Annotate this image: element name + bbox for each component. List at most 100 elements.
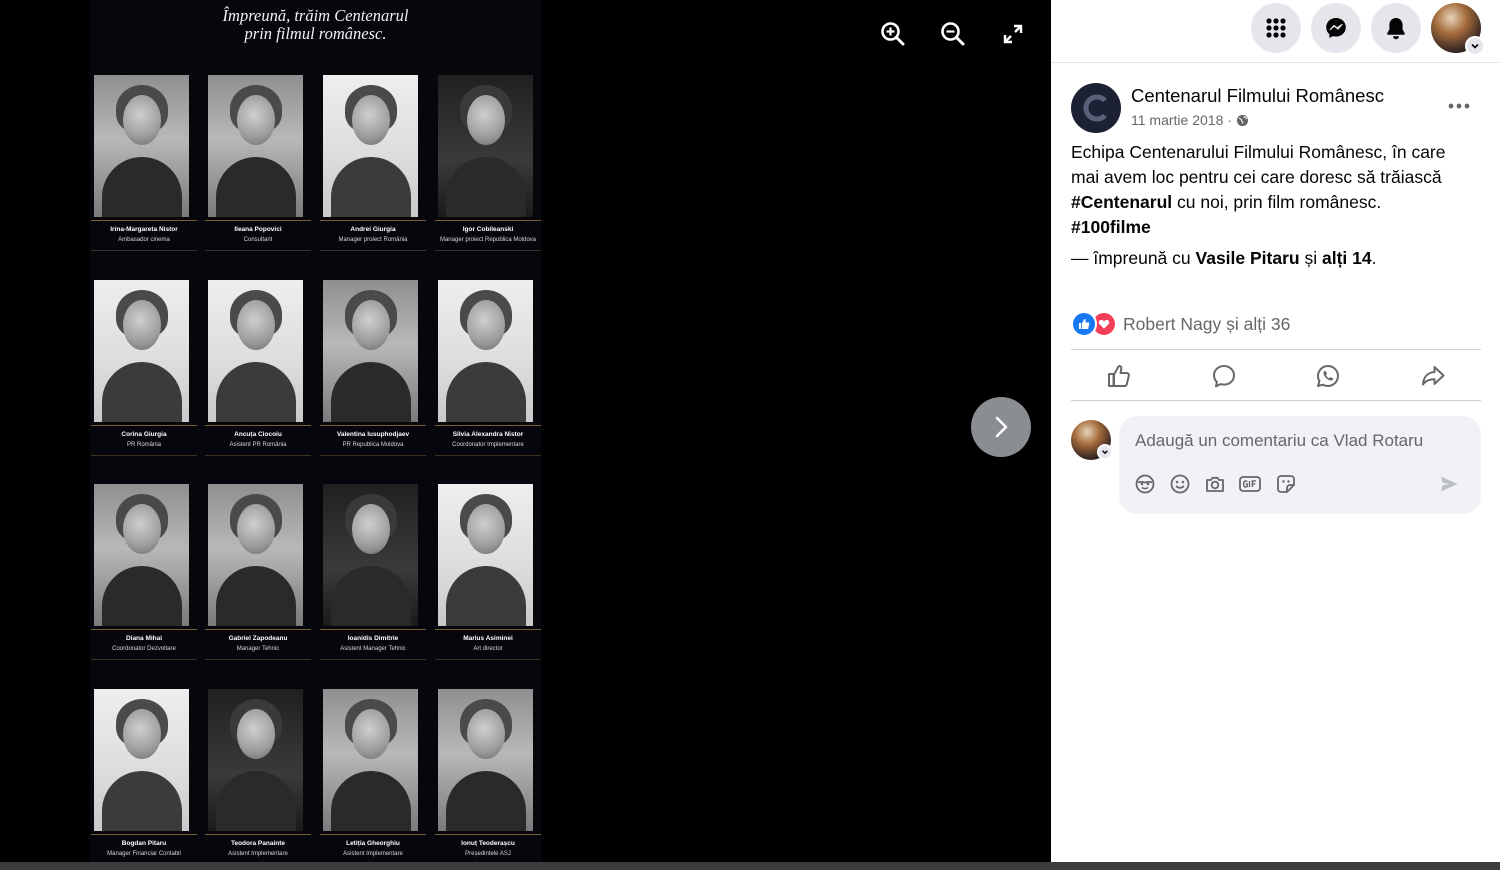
team-member-name: Gabriel Zapodeanu [228,635,288,642]
zoom-out-icon [941,22,965,46]
whatsapp-icon [1317,365,1339,387]
zoom-in-button[interactable] [875,16,911,52]
portrait-head [237,504,275,554]
team-member-photo [94,280,189,422]
tagged-person-link[interactable]: Vasile Pitaru [1196,248,1300,268]
team-member-photo [94,689,189,831]
portrait-torso [446,566,526,626]
gif-button[interactable] [1238,472,1262,496]
comment-input[interactable] [1133,428,1467,454]
team-member-photo [208,280,303,422]
reactions-text[interactable]: Robert Nagy și alți 36 [1123,314,1290,335]
menu-grid-icon [1266,18,1286,38]
team-member-name: Ileana Popovici [234,226,282,233]
caption-divider [435,425,541,426]
caption-divider-bottom [435,455,541,456]
post-date-text[interactable]: 11 martie 2018 [1131,112,1223,128]
hashtag-centenarul[interactable]: #Centenarul [1071,192,1172,212]
menu-button[interactable] [1251,3,1301,53]
portrait-torso [102,566,182,626]
post-options-button[interactable] [1441,88,1477,124]
messenger-button[interactable] [1311,3,1361,53]
team-member-photo [438,280,533,422]
like-button[interactable] [1099,356,1139,396]
team-member-photo [438,484,533,626]
portrait-torso [446,362,526,422]
team-member-card: Marius Asiminei Art director [435,484,541,662]
team-member-photo [438,689,533,831]
tagged-others-link[interactable]: alți 14 [1322,248,1372,268]
fullscreen-button[interactable] [995,16,1031,52]
portrait-head [123,504,161,554]
team-member-card: Teodora Panainte Asistent Implementare [205,689,311,862]
caption-divider-bottom [91,455,197,456]
team-member-photo [323,75,418,217]
team-member-role: Asistent Implementare [343,851,403,857]
team-member-name: Diana Mihai [125,635,163,642]
team-member-card: Valentina Iusuphodjaev PR Republica Moldo… [320,280,426,458]
avatar-sticker-button[interactable] [1133,472,1157,496]
team-member-name: Corina Giurgia [121,431,167,438]
reactions-summary[interactable]: Robert Nagy și alți 36 [1071,310,1290,338]
portrait-torso [216,566,296,626]
send-comment-button[interactable] [1437,472,1461,496]
tagged-suffix: . [1371,248,1377,268]
caption-divider-bottom [91,250,197,251]
chevron-down-icon [1102,450,1108,455]
team-member-name: Ioanidis Dimitrie [347,635,399,642]
zoom-out-button[interactable] [935,16,971,52]
team-member-photo [208,689,303,831]
team-poster-image: Împreună, trăim Centenarul prin filmul r… [90,0,541,862]
portrait-head [237,709,275,759]
portrait-head [352,95,390,145]
team-member-name: Ancuța Ciocoiu [234,431,282,438]
chevron-down-icon [1471,43,1479,49]
sticker-icon [1277,475,1295,493]
divider-top [1071,349,1481,350]
portrait-torso [331,362,411,422]
commenter-chevron[interactable] [1097,444,1113,460]
team-member-name: Marius Asiminei [463,635,513,642]
page-name-link[interactable]: Centenarul Filmului Românesc [1131,85,1384,107]
whatsapp-button[interactable] [1308,356,1348,396]
comment-composer [1119,416,1481,514]
caption-divider-bottom [91,659,197,660]
tagged-prefix: — împreună cu [1071,248,1196,268]
team-member-card: Ancuța Ciocoiu Asistent PR România [205,280,311,458]
portrait-torso [446,157,526,217]
emoji-button[interactable] [1168,472,1192,496]
caption-divider [91,220,197,221]
post-text: Echipa Centenarului Filmului Românesc, î… [1071,142,1446,187]
notifications-button[interactable] [1371,3,1421,53]
photo-button[interactable] [1203,472,1227,496]
team-member-card: Igor Cobileanski Manager proiect Republic… [435,75,541,253]
team-member-name: Silvia Alexandra Nistor [452,431,524,438]
account-menu-chevron[interactable] [1465,36,1485,56]
post-text-after: cu noi, prin film românesc. [1172,192,1382,212]
next-photo-button[interactable] [971,397,1031,457]
caption-divider [435,834,541,835]
portrait-torso [216,362,296,422]
team-member-name: Letiția Gheorghiu [346,840,400,847]
caption-divider-bottom [205,455,311,456]
team-member-role: Consultant [243,237,273,243]
globe-icon [1236,114,1248,127]
caption-divider [320,425,426,426]
gif-icon [1239,476,1261,492]
team-member-photo [323,689,418,831]
team-member-name: Irina-Margareta Nistor [110,226,178,233]
hashtag-100filme[interactable]: #100filme [1071,217,1151,237]
comment-button[interactable] [1204,356,1244,396]
team-member-name: Igor Cobileanski [462,226,514,233]
sticker-button[interactable] [1274,472,1298,496]
team-member-name: Valentina Iusuphodjaev [336,431,410,438]
page-avatar[interactable] [1071,83,1121,133]
post-date: 11 martie 2018 · [1131,112,1249,128]
team-member-card: Bogdan Pitaru Manager Financiar Contabil [91,689,197,862]
team-member-role: Coordonator Dezvoltare [112,646,176,652]
team-member-photo [208,484,303,626]
portrait-torso [331,157,411,217]
share-icon [1422,366,1445,386]
share-button[interactable] [1413,356,1453,396]
portrait-torso [102,157,182,217]
